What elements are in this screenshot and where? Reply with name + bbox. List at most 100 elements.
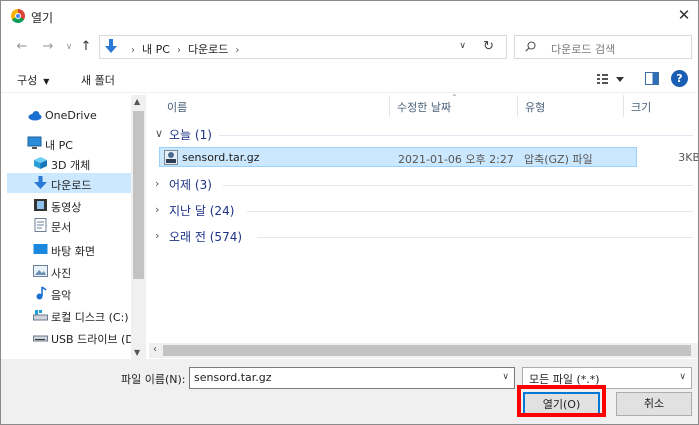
sidebar-item-label: 3D 개체 bbox=[51, 159, 91, 172]
scroll-down-icon[interactable]: ▼ bbox=[134, 348, 140, 357]
column-divider[interactable] bbox=[623, 95, 624, 117]
sidebar-item-label: 음악 bbox=[51, 289, 72, 302]
back-arrow-icon[interactable]: ← bbox=[13, 37, 31, 57]
column-divider[interactable] bbox=[517, 95, 518, 117]
file-type: 압축(GZ) 파일 bbox=[524, 153, 593, 166]
nav-scrollbar-thumb[interactable] bbox=[133, 111, 144, 279]
chevron-right-icon: › bbox=[155, 229, 160, 242]
group-label: 오래 전 (574) bbox=[169, 230, 243, 244]
breadcrumb-separator: › bbox=[176, 45, 181, 56]
sidebar-item-label: OneDrive bbox=[45, 109, 97, 122]
filename-input[interactable]: sensord.tar.gz ∨ bbox=[189, 367, 515, 389]
film-icon bbox=[34, 199, 47, 211]
column-header-modified[interactable]: 수정한 날짜 bbox=[397, 99, 451, 115]
breadcrumb-separator: › bbox=[131, 45, 135, 56]
help-button[interactable]: ? bbox=[671, 70, 688, 87]
sidebar-item-label: 문서 bbox=[51, 221, 72, 234]
change-view-icon[interactable] bbox=[596, 71, 626, 87]
sidebar-item-local-disk[interactable]: 로컬 디스크 (C:) bbox=[7, 305, 131, 325]
group-label: 지난 달 (24) bbox=[169, 204, 235, 218]
sidebar-item-label: 동영상 bbox=[51, 201, 82, 214]
breadcrumb-this-pc[interactable]: 내 PC bbox=[142, 43, 170, 56]
dialog-title: 열기 bbox=[31, 11, 54, 25]
column-header-name[interactable]: 이름 bbox=[167, 99, 187, 115]
breadcrumb-separator: › bbox=[235, 45, 240, 56]
group-label: 오늘 (1) bbox=[169, 128, 212, 142]
cube-icon bbox=[34, 157, 47, 169]
sidebar-item-videos[interactable]: 동영상 bbox=[7, 195, 131, 215]
sidebar-item-pictures[interactable]: 사진 bbox=[7, 261, 131, 281]
cloud-icon bbox=[28, 111, 42, 121]
preview-pane-icon[interactable] bbox=[645, 72, 659, 85]
sidebar-item-label: 내 PC bbox=[45, 139, 73, 152]
group-label: 어제 (3) bbox=[169, 178, 212, 192]
file-open-dialog: 열기 ✕ ← → ∨ ↑ › 내 PC › 다운로드 › ∨ ↻ 다운로드 검색 구성 ▼… bbox=[0, 0, 699, 425]
desktop-icon bbox=[33, 244, 48, 254]
drive-icon bbox=[33, 310, 48, 321]
sidebar-item-label: 로컬 디스크 (C:) bbox=[51, 311, 129, 324]
close-button[interactable]: ✕ bbox=[674, 5, 694, 25]
chevron-right-icon: › bbox=[155, 177, 160, 190]
chevron-down-icon: ∨ bbox=[155, 127, 164, 140]
address-dropdown-chevron-icon[interactable]: ∨ bbox=[459, 41, 466, 51]
search-input[interactable]: 다운로드 검색 bbox=[514, 35, 692, 59]
group-header-yesterday[interactable]: › 어제 (3) bbox=[153, 175, 693, 195]
file-list-horizontal-scrollbar[interactable]: ‹ › bbox=[149, 343, 698, 358]
column-header-type[interactable]: 유형 bbox=[525, 99, 545, 115]
scroll-left-icon[interactable]: ‹ bbox=[153, 344, 157, 355]
chevron-down-icon: ▼ bbox=[43, 77, 50, 86]
group-divider bbox=[223, 185, 693, 186]
group-header-last-month[interactable]: › 지난 달 (24) bbox=[153, 201, 693, 221]
open-button[interactable]: 열기(O) bbox=[523, 392, 600, 416]
sort-indicator-icon: ⌃ bbox=[451, 93, 458, 102]
breadcrumb-downloads[interactable]: 다운로드 bbox=[188, 43, 228, 56]
organize-button[interactable]: 구성 ▼ bbox=[17, 72, 49, 88]
sidebar-item-downloads[interactable]: 다운로드 bbox=[7, 173, 131, 193]
sidebar-item-usb-drive[interactable]: USB 드라이브 (D bbox=[7, 327, 131, 347]
filename-label: 파일 이름(N): bbox=[121, 373, 186, 386]
scroll-up-icon[interactable]: ▲ bbox=[134, 97, 140, 106]
address-bar[interactable]: › 내 PC › 다운로드 › ∨ ↻ bbox=[99, 35, 507, 59]
cancel-button[interactable]: 취소 bbox=[616, 392, 692, 416]
file-list: 이름 ⌃ 수정한 날짜 유형 크기 ∨ 오늘 (1) sensord.tar.g… bbox=[149, 93, 698, 345]
group-divider bbox=[219, 135, 693, 136]
sidebar-item-this-pc[interactable]: 내 PC bbox=[7, 133, 131, 153]
sidebar-item-documents[interactable]: 문서 bbox=[7, 215, 131, 235]
chevron-down-icon[interactable]: ∨ bbox=[502, 372, 509, 382]
sidebar-item-music[interactable]: 음악 bbox=[7, 283, 131, 303]
sidebar-item-3d-objects[interactable]: 3D 개체 bbox=[7, 153, 131, 173]
nav-pane-scrollbar[interactable]: ▲ ▼ bbox=[131, 95, 146, 359]
recent-locations-chevron-icon[interactable]: ∨ bbox=[60, 37, 78, 57]
new-folder-button[interactable]: 새 폴더 bbox=[81, 72, 115, 88]
group-header-long-ago[interactable]: › 오래 전 (574) bbox=[153, 227, 693, 247]
organize-label: 구성 bbox=[17, 74, 38, 87]
group-divider bbox=[247, 211, 693, 212]
command-toolbar: 구성 ▼ 새 폴더 ? bbox=[1, 65, 698, 93]
horizontal-scrollbar-thumb[interactable] bbox=[163, 345, 691, 356]
filename-value: sensord.tar.gz bbox=[194, 371, 272, 384]
chevron-right-icon: › bbox=[155, 203, 160, 216]
column-header-size[interactable]: 크기 bbox=[631, 99, 651, 115]
title-bar: 열기 ✕ bbox=[1, 1, 698, 31]
usb-drive-icon bbox=[33, 335, 48, 342]
download-icon bbox=[34, 176, 47, 189]
table-row[interactable]: sensord.tar.gz 2021-01-06 오후 2:27 압축(GZ)… bbox=[159, 147, 698, 167]
column-divider[interactable] bbox=[389, 95, 390, 117]
forward-arrow-icon[interactable]: → bbox=[39, 37, 57, 57]
search-icon bbox=[525, 41, 536, 52]
file-name: sensord.tar.gz bbox=[182, 151, 260, 164]
sidebar-item-label: 바탕 화면 bbox=[51, 245, 95, 258]
document-icon bbox=[34, 218, 47, 232]
up-arrow-icon[interactable]: ↑ bbox=[77, 37, 95, 57]
group-divider bbox=[257, 237, 693, 238]
sidebar-item-desktop[interactable]: 바탕 화면 bbox=[7, 239, 131, 259]
sidebar-item-onedrive[interactable]: OneDrive bbox=[7, 105, 131, 125]
group-header-today[interactable]: ∨ 오늘 (1) bbox=[153, 125, 693, 145]
chrome-app-icon bbox=[11, 9, 25, 23]
breadcrumb: › 내 PC › 다운로드 › bbox=[124, 41, 246, 57]
filetype-select[interactable]: 모든 파일 (*.*) ∨ bbox=[522, 367, 692, 389]
sidebar-item-label: 다운로드 bbox=[51, 179, 92, 192]
refresh-icon[interactable]: ↻ bbox=[483, 39, 494, 54]
filetype-value: 모든 파일 (*.*) bbox=[529, 373, 600, 386]
picture-icon bbox=[33, 265, 48, 277]
